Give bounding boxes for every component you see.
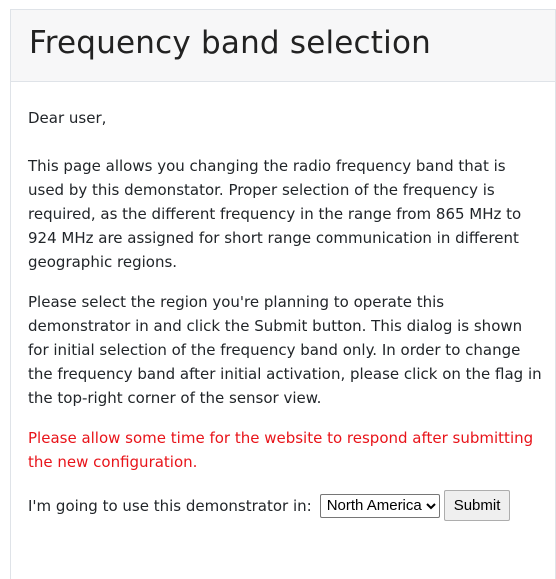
greeting-text: Dear user, xyxy=(28,109,107,127)
intro-paragraph: This page allows you changing the radio … xyxy=(28,157,522,271)
dialog-header: Frequency band selection xyxy=(11,10,555,82)
frequency-dialog: Frequency band selection Dear user, This… xyxy=(10,9,556,579)
page-title: Frequency band selection xyxy=(29,25,431,61)
submit-button[interactable]: Submit xyxy=(443,490,511,521)
warning-text: Please allow some time for the website t… xyxy=(28,429,534,471)
instructions-paragraph: Please select the region you're planning… xyxy=(28,293,542,407)
region-label: I'm going to use this demonstrator in: xyxy=(28,496,312,515)
dialog-body: Dear user, This page allows you changing… xyxy=(11,82,555,521)
region-form: I'm going to use this demonstrator in: N… xyxy=(28,490,543,521)
region-select[interactable]: North America xyxy=(319,493,440,518)
